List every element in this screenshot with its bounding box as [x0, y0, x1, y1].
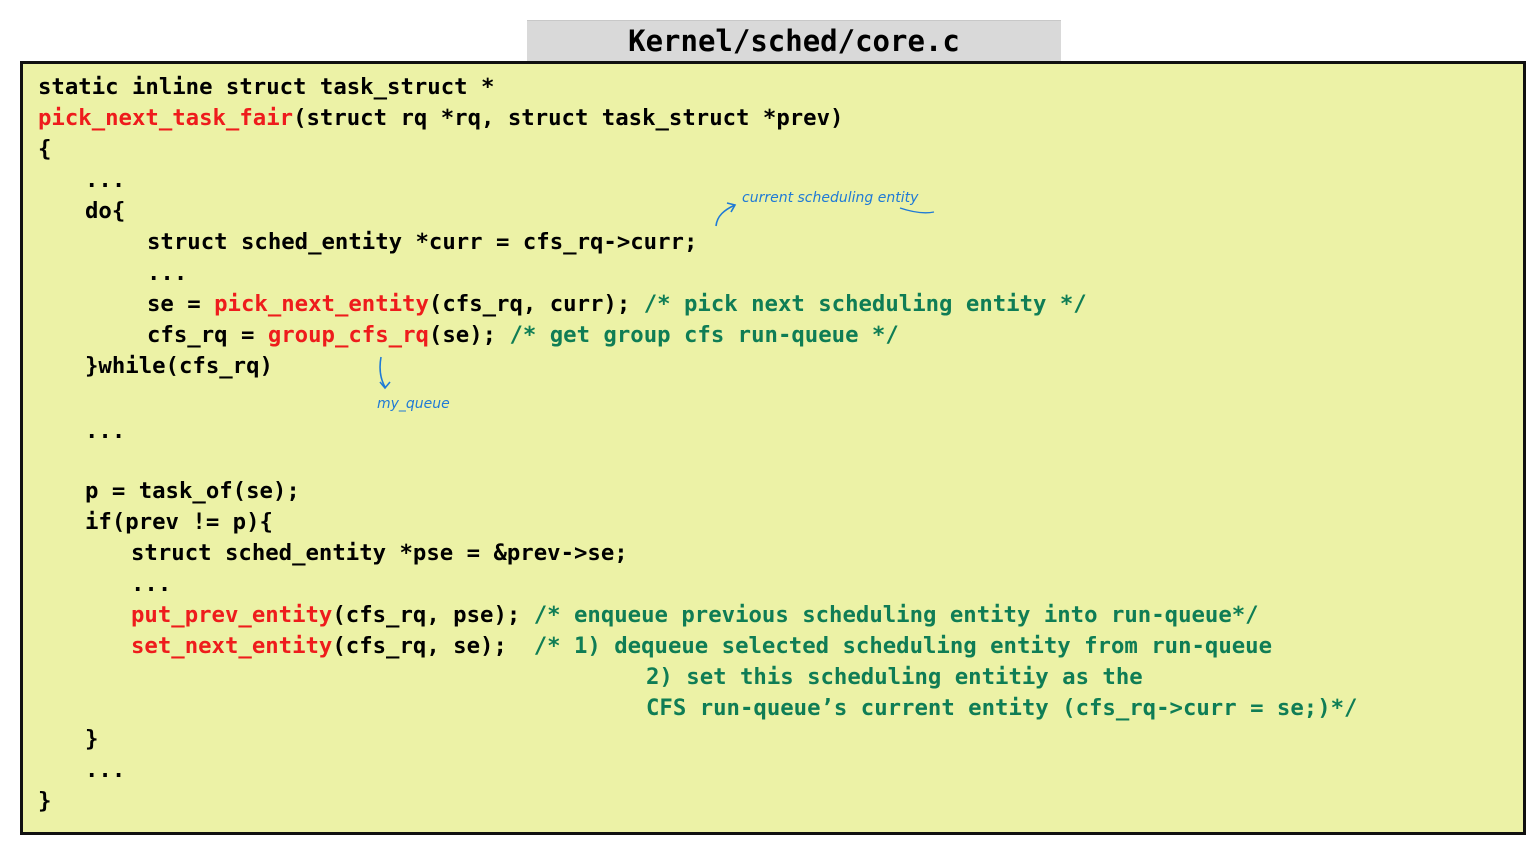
handwritten-note-current-entity: current scheduling entity: [742, 190, 919, 206]
handwritten-note-my-queue: my_queue: [377, 396, 450, 412]
curr-note-arrow: [715, 204, 736, 227]
handwritten-arrows: [379, 202, 935, 390]
queue-note-arrowhead: [379, 381, 391, 390]
curr-note-tail: [899, 207, 935, 214]
